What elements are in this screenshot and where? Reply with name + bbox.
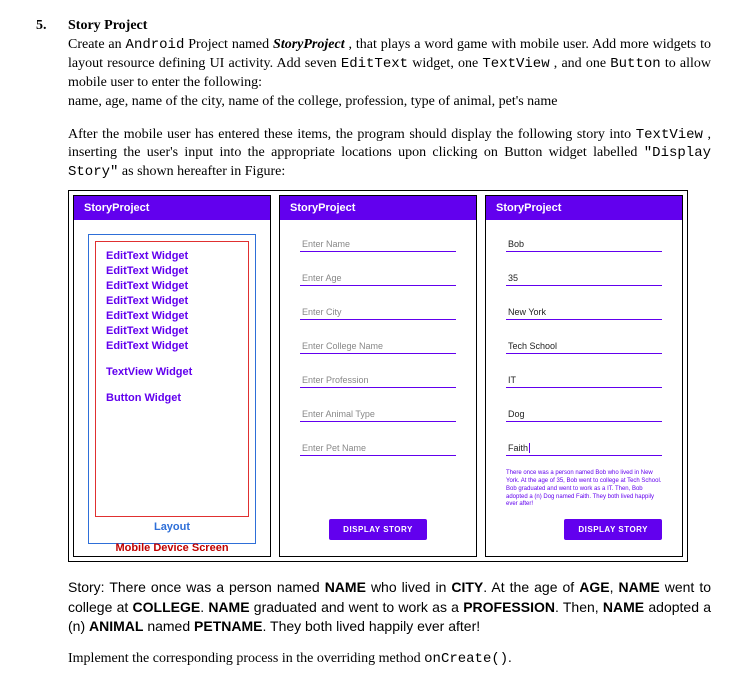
story-template: Story: There once was a person named NAM… — [68, 578, 711, 637]
placeholder-college: COLLEGE — [133, 599, 201, 615]
panel-content: Bob 35 New York Tech School IT Dog Faith… — [486, 220, 682, 556]
field-list: name, age, name of the city, name of the… — [68, 94, 558, 109]
text: . They both lived happily ever after! — [262, 618, 480, 634]
code-android: Android — [126, 37, 185, 53]
text: who lived in — [366, 579, 451, 595]
edittext-widget: EditText Widget — [106, 340, 238, 352]
profession-field[interactable]: Enter Profession — [300, 369, 456, 388]
pet-field[interactable]: Faith — [506, 437, 662, 456]
edittext-widget: EditText Widget — [106, 280, 238, 292]
pet-value: Faith — [508, 443, 530, 453]
app-bar: StoryProject — [74, 196, 270, 220]
layout-caption: Layout — [95, 521, 249, 533]
text: After the mobile user has entered these … — [68, 127, 636, 142]
text: Implement the corresponding process in t… — [68, 651, 424, 666]
screen-caption: Mobile Device Screen — [88, 542, 256, 554]
placeholder-name4: NAME — [603, 599, 644, 615]
age-field[interactable]: 35 — [506, 267, 662, 286]
panel-content: EditText Widget EditText Widget EditText… — [74, 220, 270, 556]
placeholder-name: NAME — [325, 579, 366, 595]
animal-field[interactable]: Enter Animal Type — [300, 403, 456, 422]
text: Project named — [188, 37, 273, 52]
age-field[interactable]: Enter Age — [300, 267, 456, 286]
text: as shown hereafter in Figure: — [122, 164, 285, 179]
pet-field[interactable]: Enter Pet Name — [300, 437, 456, 456]
app-bar: StoryProject — [486, 196, 682, 220]
display-story-button[interactable]: DISPLAY STORY — [329, 519, 427, 540]
display-story-button[interactable]: DISPLAY STORY — [564, 519, 662, 540]
intro-paragraph-2: After the mobile user has entered these … — [68, 126, 711, 183]
college-field[interactable]: Enter College Name — [300, 335, 456, 354]
text: graduated and went to work as a — [250, 599, 464, 615]
text: . Then, — [555, 599, 603, 615]
screen-box: EditText Widget EditText Widget EditText… — [95, 241, 249, 517]
city-field[interactable]: New York — [506, 301, 662, 320]
edittext-widget: EditText Widget — [106, 265, 238, 277]
button-widget: Button Widget — [106, 392, 238, 404]
placeholder-profession: PROFESSION — [463, 599, 555, 615]
placeholder-city: CITY — [451, 579, 483, 595]
code-textview2: TextView — [636, 127, 703, 143]
placeholder-petname: PETNAME — [194, 618, 262, 634]
code-button: Button — [610, 56, 660, 72]
page: 5. Story Project Create an Android Proje… — [0, 0, 747, 687]
implement-line: Implement the corresponding process in t… — [68, 651, 711, 667]
layout-box: EditText Widget EditText Widget EditText… — [88, 234, 256, 544]
edittext-widget: EditText Widget — [106, 310, 238, 322]
placeholder-age: AGE — [579, 579, 609, 595]
panel-filled-form: StoryProject Bob 35 New York Tech School… — [485, 195, 683, 557]
text: . At the age of — [483, 579, 579, 595]
heading: 5. Story Project — [36, 18, 711, 34]
name-field[interactable]: Enter Name — [300, 233, 456, 252]
heading-title: Story Project — [68, 18, 147, 34]
text: named — [143, 618, 194, 634]
code-oncreate: onCreate() — [424, 651, 508, 667]
text: Story: There once was a person named — [68, 579, 325, 595]
placeholder-name2: NAME — [618, 579, 659, 595]
college-field[interactable]: Tech School — [506, 335, 662, 354]
app-bar: StoryProject — [280, 196, 476, 220]
textview-widget: TextView Widget — [106, 366, 238, 378]
name-field[interactable]: Bob — [506, 233, 662, 252]
edittext-widget: EditText Widget — [106, 295, 238, 307]
code-textview: TextView — [482, 56, 549, 72]
placeholder-animal: ANIMAL — [89, 618, 143, 634]
heading-number: 5. — [36, 18, 60, 34]
story-textview: There once was a person named Bob who li… — [496, 466, 672, 509]
placeholder-name3: NAME — [208, 599, 249, 615]
text: , and one — [554, 56, 610, 71]
intro-paragraph-1: Create an Android Project named StoryPro… — [68, 36, 711, 112]
animal-field[interactable]: Dog — [506, 403, 662, 422]
code-edittext: EditText — [341, 56, 408, 72]
text: . — [508, 651, 512, 666]
edittext-widget: EditText Widget — [106, 250, 238, 262]
project-name: StoryProject — [273, 37, 345, 52]
profession-field[interactable]: IT — [506, 369, 662, 388]
city-field[interactable]: Enter City — [300, 301, 456, 320]
edittext-widget: EditText Widget — [106, 325, 238, 337]
panel-content: Enter Name Enter Age Enter City Enter Co… — [280, 220, 476, 556]
panel-layout-diagram: StoryProject EditText Widget EditText Wi… — [73, 195, 271, 557]
text: widget, one — [412, 56, 482, 71]
figure: StoryProject EditText Widget EditText Wi… — [68, 190, 688, 562]
text: Create an — [68, 37, 126, 52]
panel-empty-form: StoryProject Enter Name Enter Age Enter … — [279, 195, 477, 557]
